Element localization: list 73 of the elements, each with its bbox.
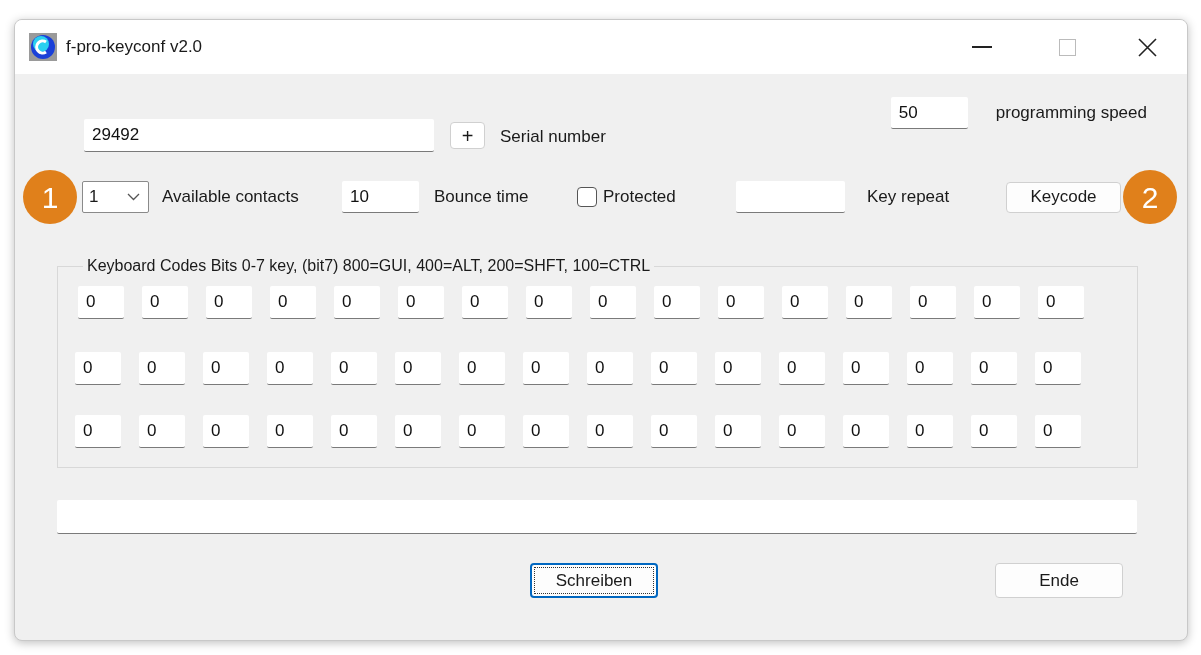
key-code-field[interactable]: 0: [203, 352, 249, 385]
key-code-field[interactable]: 0: [523, 352, 569, 385]
key-code-field[interactable]: 0: [526, 286, 572, 319]
group-legend: Keyboard Codes Bits 0-7 key, (bit7) 800=GUI, 400=ALT, 200=SHFT, 100=CTRL: [83, 254, 655, 278]
checkbox-label: Protected: [603, 186, 677, 209]
close-icon: [1137, 37, 1157, 57]
bounce-time-field[interactable]: 10: [342, 181, 419, 213]
key-code-field[interactable]: 0: [267, 352, 313, 385]
key-code-field[interactable]: 0: [334, 286, 380, 319]
action-button[interactable]: Schreiben: [530, 563, 658, 598]
action-button[interactable]: Ende: [995, 563, 1123, 598]
key-code-field[interactable]: 0: [590, 286, 636, 319]
key-code-field[interactable]: 0: [139, 352, 185, 385]
field-label: Available contacts: [162, 186, 300, 209]
field-label: programming speed: [995, 102, 1147, 125]
key-code-field[interactable]: 0: [587, 352, 633, 385]
key-code-field[interactable]: 0: [1035, 415, 1081, 448]
key-code-field[interactable]: 0: [270, 286, 316, 319]
key-code-field[interactable]: 0: [267, 415, 313, 448]
key-code-field[interactable]: 0: [398, 286, 444, 319]
key-code-field[interactable]: 0: [203, 415, 249, 448]
key-code-field[interactable]: 0: [654, 286, 700, 319]
key-code-field[interactable]: 0: [715, 415, 761, 448]
minimize-icon: [972, 46, 992, 48]
key-code-field[interactable]: 0: [395, 415, 441, 448]
key-code-field[interactable]: 0: [718, 286, 764, 319]
window-title: f-pro-keyconf v2.0: [66, 36, 203, 59]
key-code-field[interactable]: 0: [651, 415, 697, 448]
key-code-field[interactable]: 0: [75, 352, 121, 385]
key-code-field[interactable]: 0: [1035, 352, 1081, 385]
add-button[interactable]: +: [450, 122, 485, 149]
key-code-field[interactable]: 0: [587, 415, 633, 448]
field-label: Serial number: [500, 125, 606, 148]
key-code-field[interactable]: 0: [462, 286, 508, 319]
field-label: Bounce time: [434, 186, 530, 209]
key-code-field[interactable]: 0: [971, 352, 1017, 385]
key-code-field[interactable]: 0: [331, 415, 377, 448]
key-code-field[interactable]: 0: [1038, 286, 1084, 319]
key-code-field[interactable]: 0: [139, 415, 185, 448]
key-code-field[interactable]: 0: [206, 286, 252, 319]
key-code-field[interactable]: 0: [971, 415, 1017, 448]
key-code-field[interactable]: 0: [651, 352, 697, 385]
protected-checkbox[interactable]: [577, 187, 597, 207]
key-code-field[interactable]: 0: [779, 415, 825, 448]
key-code-field[interactable]: 0: [523, 415, 569, 448]
chevron-down-icon: [127, 193, 140, 201]
key-code-field[interactable]: 0: [395, 352, 441, 385]
key-code-field[interactable]: 0: [75, 415, 121, 448]
key-code-field[interactable]: 0: [843, 352, 889, 385]
step-badge: 1: [23, 170, 77, 224]
maximize-icon: [1058, 38, 1076, 56]
contacts-dropdown[interactable]: 1: [82, 181, 149, 213]
key-code-field[interactable]: 0: [142, 286, 188, 319]
key-code-field[interactable]: 0: [907, 352, 953, 385]
key-code-field[interactable]: 0: [843, 415, 889, 448]
key-repeat-field[interactable]: [736, 181, 845, 213]
key-code-field[interactable]: 0: [907, 415, 953, 448]
key-code-field[interactable]: 0: [78, 286, 124, 319]
key-code-field[interactable]: 0: [715, 352, 761, 385]
key-code-field[interactable]: 0: [779, 352, 825, 385]
key-code-field[interactable]: 0: [846, 286, 892, 319]
field-label: Key repeat: [867, 186, 951, 209]
key-code-field[interactable]: 0: [974, 286, 1020, 319]
key-code-field[interactable]: 0: [331, 352, 377, 385]
step-badge: 2: [1123, 170, 1177, 224]
key-code-field[interactable]: 0: [459, 415, 505, 448]
keycode-button[interactable]: Keycode: [1006, 181, 1121, 213]
serial-number-field[interactable]: 29492: [84, 119, 434, 152]
key-code-field[interactable]: 0: [459, 352, 505, 385]
key-code-field[interactable]: 0: [782, 286, 828, 319]
app-icon: [29, 33, 57, 61]
key-code-field[interactable]: 0: [910, 286, 956, 319]
programming-speed-field[interactable]: 50: [890, 97, 968, 129]
